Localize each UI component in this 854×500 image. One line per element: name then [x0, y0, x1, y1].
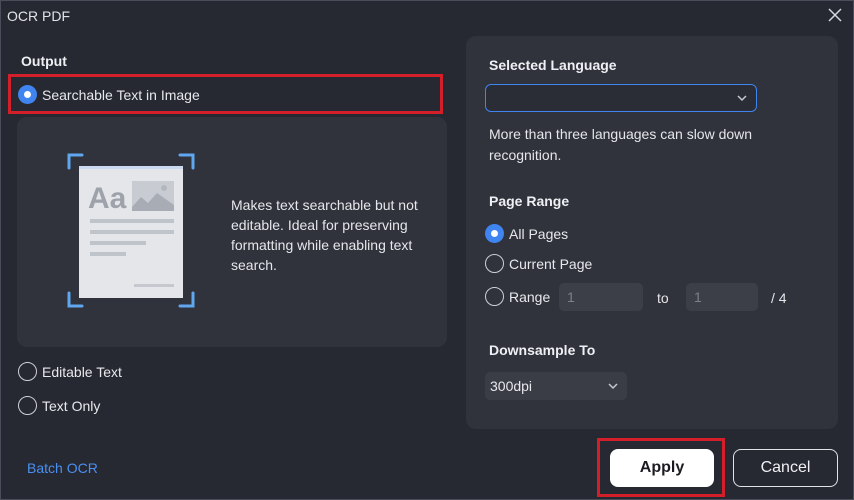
range-to-input[interactable]: 1: [686, 283, 758, 311]
language-select[interactable]: [485, 84, 757, 112]
downsample-select[interactable]: 300dpi: [485, 372, 627, 400]
page-range-label: Page Range: [489, 193, 570, 209]
apply-button[interactable]: Apply: [610, 449, 714, 487]
option-searchable-text[interactable]: Searchable Text in Image: [18, 85, 200, 104]
dialog-title: OCR PDF: [7, 8, 70, 24]
output-label: Output: [21, 53, 67, 69]
close-icon[interactable]: [825, 5, 845, 25]
option-all-pages[interactable]: All Pages: [485, 224, 568, 243]
option-label: Searchable Text in Image: [42, 86, 200, 103]
range-to-label: to: [657, 290, 669, 306]
batch-ocr-link[interactable]: Batch OCR: [27, 460, 98, 476]
chevron-down-icon: [608, 383, 618, 390]
language-note: More than three languages can slow down …: [489, 126, 753, 163]
option-label: Text Only: [42, 397, 101, 414]
ocr-pdf-dialog: OCR PDF Output Searchable Text in Image …: [0, 0, 854, 500]
option-current-page[interactable]: Current Page: [485, 254, 592, 273]
radio-button-checked[interactable]: [18, 85, 37, 104]
option-label: All Pages: [509, 225, 569, 242]
radio-button[interactable]: [485, 254, 504, 273]
cancel-button[interactable]: Cancel: [733, 449, 838, 487]
radio-button[interactable]: [18, 396, 37, 415]
range-total: / 4: [771, 290, 787, 306]
range-from-input[interactable]: 1: [559, 283, 643, 311]
radio-button[interactable]: [18, 362, 37, 381]
downsample-value: 300dpi: [490, 378, 533, 394]
option-label: Range: [509, 288, 551, 305]
sample-text: Aa: [88, 182, 127, 215]
option-range[interactable]: Range: [485, 287, 550, 306]
language-label: Selected Language: [489, 57, 617, 73]
radio-button[interactable]: [485, 287, 504, 306]
option-label: Current Page: [509, 255, 593, 272]
option-label: Editable Text: [42, 363, 122, 380]
output-description: Makes text searchable but not editable. …: [231, 197, 418, 273]
downsample-label: Downsample To: [489, 342, 596, 358]
option-editable-text[interactable]: Editable Text: [18, 362, 122, 381]
option-text-only[interactable]: Text Only: [18, 396, 100, 415]
radio-button-checked[interactable]: [485, 224, 504, 243]
chevron-down-icon: [737, 95, 747, 102]
